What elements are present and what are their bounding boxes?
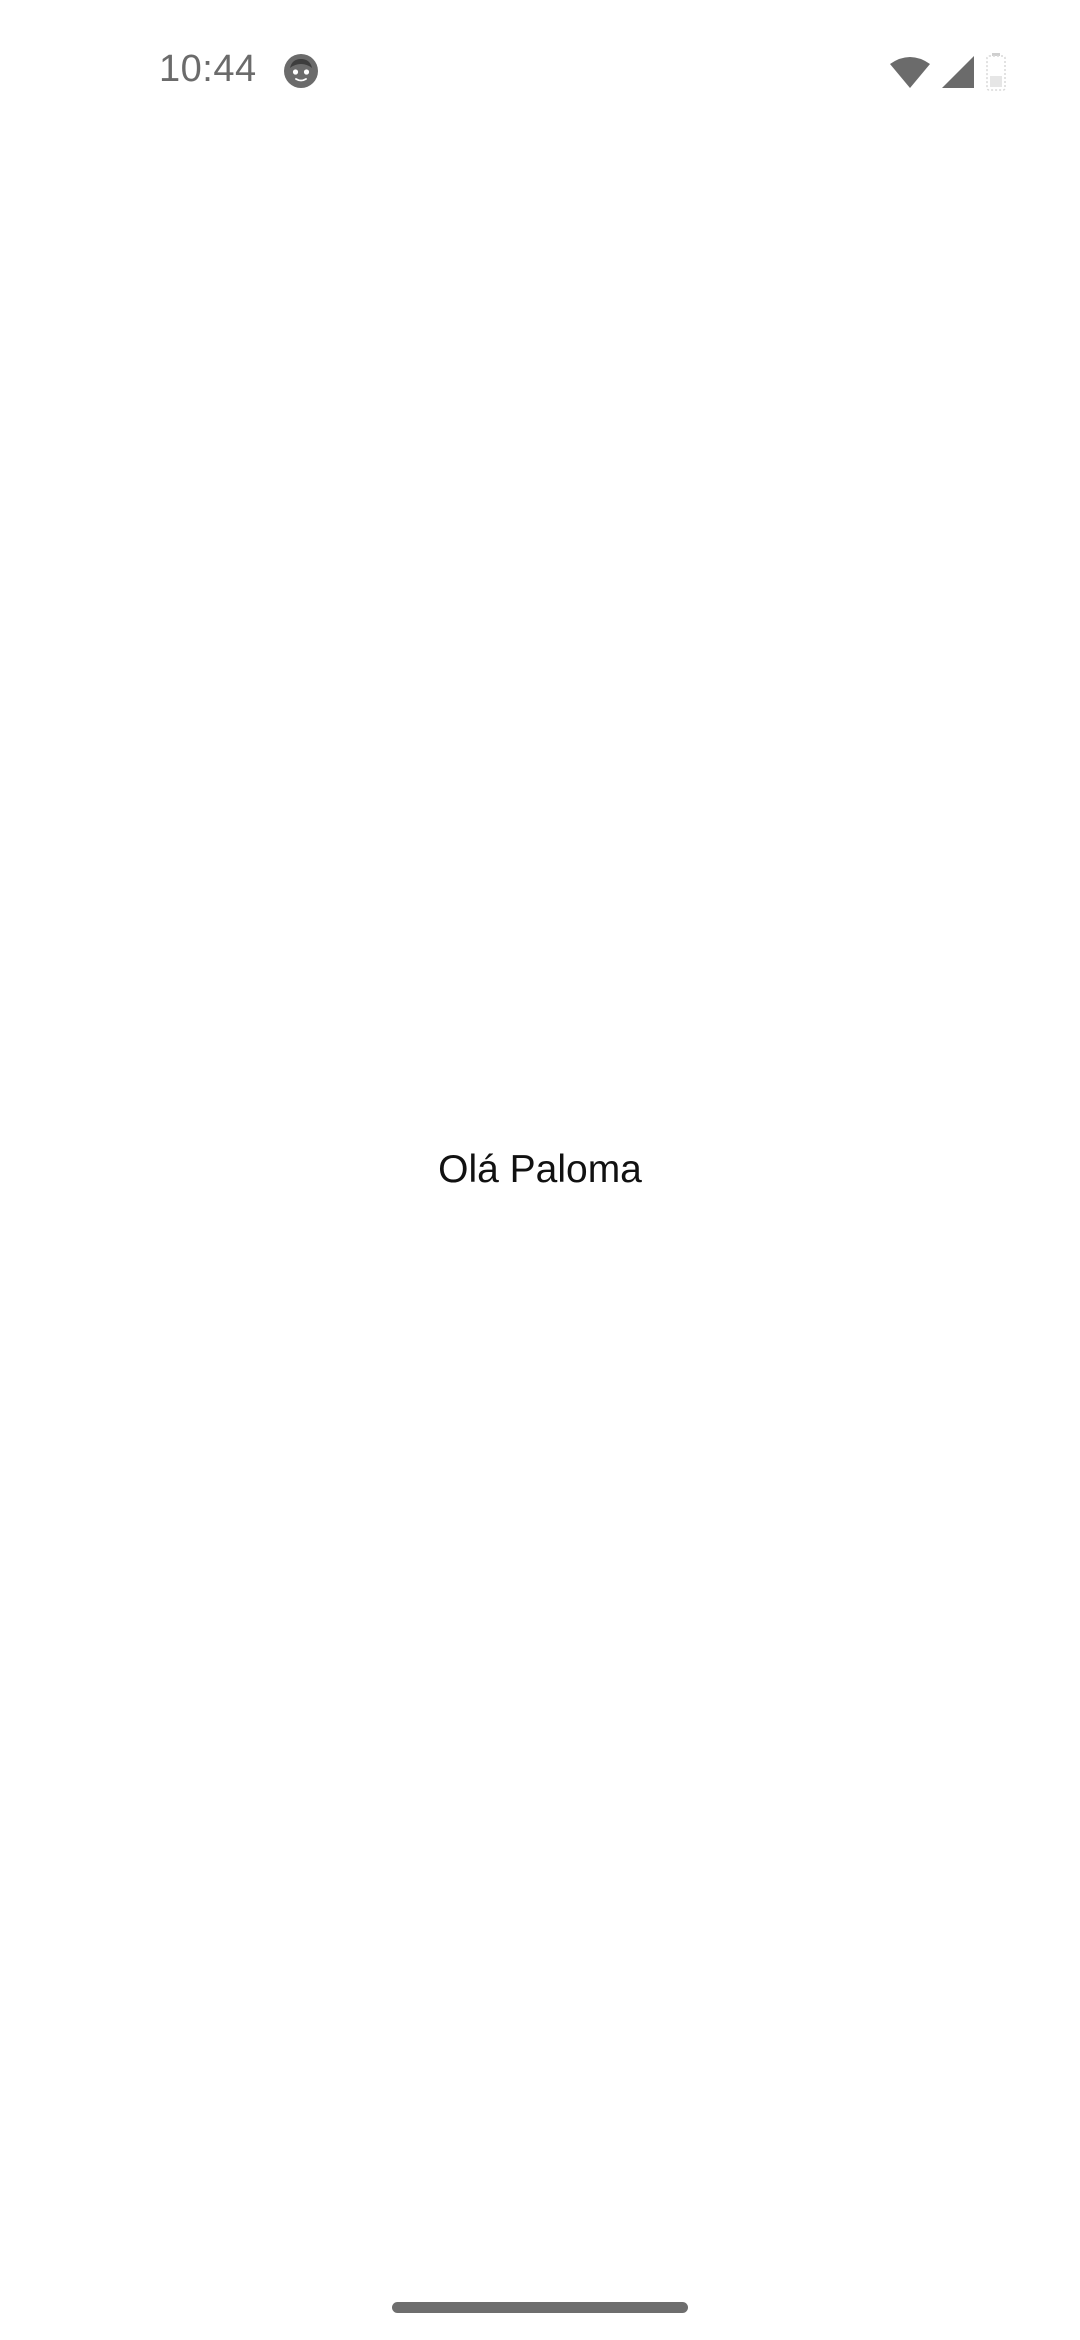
status-icons	[888, 52, 1008, 92]
status-time: 10:44	[159, 48, 257, 90]
greeting-text: Olá Paloma	[438, 1148, 642, 1191]
battery-icon	[984, 52, 1008, 92]
wifi-icon	[888, 54, 932, 90]
main-content: Olá Paloma	[0, 0, 1080, 2340]
status-bar: 10:44	[0, 0, 1080, 140]
home-indicator[interactable]	[392, 2302, 688, 2313]
face-notification-icon	[283, 53, 319, 89]
cellular-signal-icon	[940, 54, 976, 90]
